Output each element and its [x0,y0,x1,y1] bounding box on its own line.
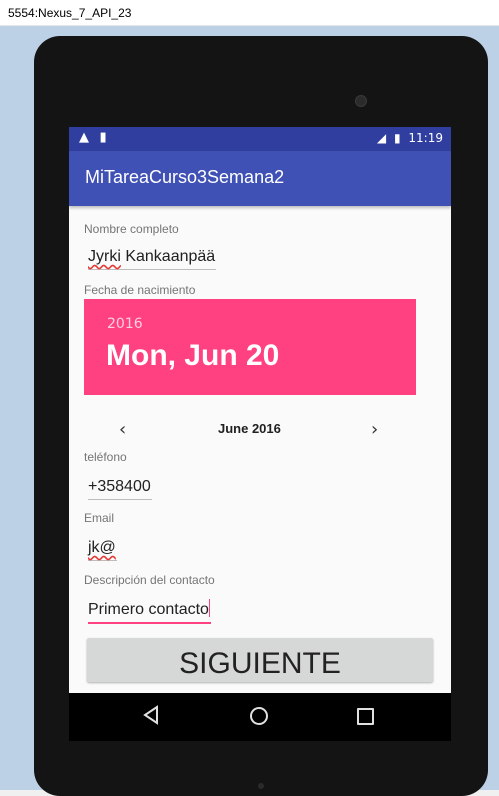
navigation-bar [69,693,451,741]
text-cursor [208,599,210,617]
recents-icon[interactable] [357,708,374,725]
battery-icon: ▮ [393,131,401,145]
device-screen: ▲ ▮ ◢ ▮ 11:19 MiTareaCurso3Semana2 Nombr… [69,127,451,741]
camera-icon [355,95,367,107]
dob-label: Fecha de nacimiento [84,283,196,297]
signal-3g-icon: ◢ [376,131,387,145]
app-bar: MiTareaCurso3Semana2 [69,151,451,206]
chevron-left-icon[interactable]: ‹ [119,419,126,440]
description-field[interactable]: Primero contacto [88,599,211,624]
device-dot [258,783,264,789]
window-title-bar: 5554:Nexus_7_API_23 [0,0,499,26]
back-icon[interactable] [143,705,159,725]
email-field[interactable]: jk@ [88,539,117,561]
warning-icon: ▲ [79,130,89,145]
datepicker-year[interactable]: 2016 [107,316,143,332]
phone-field-text: +358400 [88,478,151,495]
phone-field[interactable]: +358400 [88,478,152,500]
app-title: MiTareaCurso3Semana2 [85,167,285,187]
phone-label: teléfono [84,450,127,464]
name-field-text-rest: Kankaanpää [120,248,216,265]
email-field-text: jk@ [88,539,116,556]
datepicker-header: 2016 Mon, Jun 20 [84,299,416,395]
datepicker-date[interactable]: Mon, Jun 20 [106,339,279,373]
description-field-text: Primero contacto [88,601,209,618]
window-title: 5554:Nexus_7_API_23 [8,6,132,20]
status-time: 11:19 [408,131,443,145]
next-button[interactable]: SIGUIENTE [87,638,433,682]
home-icon[interactable] [250,707,268,725]
sd-card-icon: ▮ [99,130,107,145]
chevron-right-icon[interactable]: › [371,419,378,440]
email-label: Email [84,511,115,525]
description-label: Descripción del contacto [84,573,215,587]
datepicker-month: June 2016 [218,421,281,436]
status-bar: ▲ ▮ ◢ ▮ 11:19 [69,127,451,151]
name-field-text-first: Jyrki [88,248,121,265]
name-field[interactable]: Jyrki Kankaanpää [88,248,217,270]
name-label: Nombre completo [84,222,179,236]
